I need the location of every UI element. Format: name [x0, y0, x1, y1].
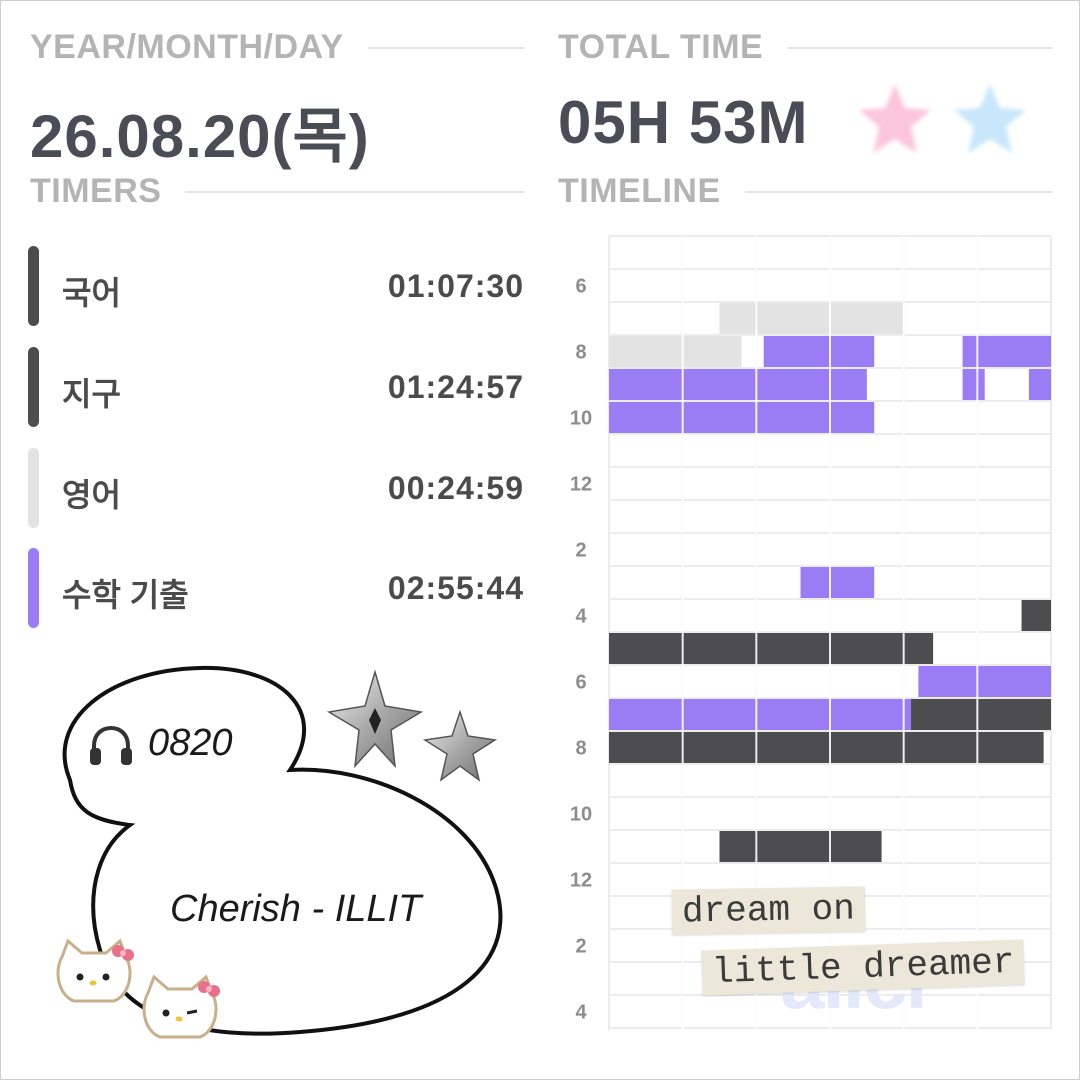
- study-block: [719, 831, 882, 862]
- study-block: [918, 666, 1051, 697]
- date-value: 26.08.20(목): [30, 103, 370, 170]
- divider: [185, 190, 524, 193]
- timers-header: TIMERS: [30, 172, 524, 211]
- hour-label: 2: [575, 936, 586, 958]
- headphones-icon: [90, 725, 132, 765]
- hour-label: 12: [570, 474, 592, 496]
- total-time-value: 05H 53M: [558, 89, 809, 156]
- study-block: [609, 369, 867, 400]
- date-label: YEAR/MONTH/DAY: [30, 28, 344, 66]
- divider: [787, 46, 1052, 49]
- silver-star-icon: [326, 669, 424, 769]
- study-block: [719, 303, 904, 334]
- kitty-icon: [142, 974, 220, 1039]
- silver-star-stickers: [326, 669, 498, 782]
- hour-label: 8: [575, 342, 586, 364]
- hour-label: 2: [575, 540, 586, 562]
- timer-item-english[interactable]: 영어 00:24:59: [28, 448, 524, 528]
- study-block: [609, 633, 934, 664]
- timer-item-math[interactable]: 수학 기출 02:55:44: [28, 548, 524, 628]
- timer-item-korean[interactable]: 국어 01:07:30: [28, 246, 524, 326]
- subject-color-bar: [28, 448, 39, 528]
- study-block: [962, 336, 1051, 367]
- date-header: YEAR/MONTH/DAY: [30, 28, 524, 67]
- hour-label: 6: [575, 672, 586, 694]
- subject-color-bar: [28, 548, 39, 628]
- timer-name: 지구: [62, 376, 121, 412]
- subject-color-bar: [28, 347, 39, 427]
- divider: [744, 190, 1052, 193]
- kitty-stickers: [56, 938, 220, 1039]
- total-time-header: TOTAL TIME: [558, 28, 1052, 67]
- hour-label: 10: [570, 408, 592, 430]
- hour-label: 10: [570, 804, 592, 826]
- hour-label: 8: [575, 738, 586, 760]
- star-stickers: [859, 84, 1026, 153]
- hour-label: 4: [575, 606, 587, 628]
- timer-name: 국어: [62, 275, 121, 311]
- song-title: Cherish - ILLIT: [170, 888, 422, 930]
- timer-time: 01:24:57: [387, 369, 524, 405]
- note-line1: dream on: [671, 886, 866, 935]
- kitty-icon: [56, 938, 134, 1003]
- timeline-header: TIMELINE: [558, 172, 1052, 211]
- study-block: [609, 336, 742, 367]
- timer-name: 수학 기출: [62, 577, 189, 613]
- timer-time: 00:24:59: [387, 470, 524, 506]
- timers-label: TIMERS: [30, 172, 162, 210]
- pink-star-icon: [859, 84, 931, 153]
- hour-label: 12: [570, 870, 592, 892]
- study-block: [800, 567, 875, 598]
- timer-name: 영어: [62, 477, 121, 513]
- study-block: [609, 732, 1044, 763]
- total-time-label: TOTAL TIME: [558, 28, 764, 66]
- timer-time: 01:07:30: [387, 268, 524, 304]
- music-number: 0820: [148, 722, 233, 764]
- study-block: [1028, 369, 1051, 400]
- timeline-label: TIMELINE: [558, 172, 721, 210]
- study-block: [911, 699, 1051, 730]
- silver-star-icon: [422, 709, 498, 782]
- hour-label: 6: [575, 276, 586, 298]
- blue-star-icon: [954, 84, 1026, 153]
- timer-item-earth-science[interactable]: 지구 01:24:57: [28, 347, 524, 427]
- study-block: [609, 699, 912, 730]
- study-block: [609, 402, 875, 433]
- hour-label: 4: [575, 1002, 587, 1024]
- study-block: [962, 369, 985, 400]
- subject-color-bar: [28, 246, 39, 326]
- study-block: [1021, 600, 1051, 631]
- study-block: [763, 336, 875, 367]
- timer-time: 02:55:44: [387, 570, 524, 606]
- divider: [367, 46, 524, 49]
